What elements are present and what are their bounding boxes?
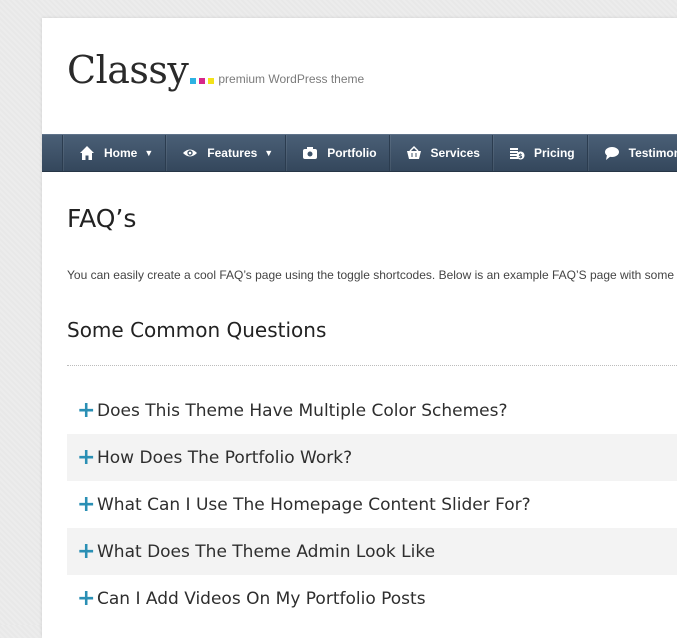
main-navigation: Home ▼ Features ▼ Portfolio Services $ P… <box>42 134 677 172</box>
nav-item-testimonials[interactable]: Testimon <box>586 135 677 171</box>
logo-dot-cyan <box>190 78 197 84</box>
home-icon <box>80 146 94 160</box>
logo-text: Classy <box>67 48 189 92</box>
plus-icon: + <box>77 585 96 611</box>
page-title: FAQ’s <box>67 204 137 233</box>
nav-item-home[interactable]: Home ▼ <box>62 135 165 171</box>
section-divider <box>67 365 677 366</box>
logo-dots <box>190 78 215 84</box>
faq-toggle[interactable]: + How Does The Portfolio Work? <box>67 434 677 481</box>
speech-bubble-icon <box>604 147 619 160</box>
basket-icon <box>406 145 421 159</box>
plus-icon: + <box>77 397 96 423</box>
site-logo[interactable]: Classy premium WordPress theme <box>67 48 364 92</box>
faq-toggle[interactable]: + What Can I Use The Homepage Content Sl… <box>67 481 677 528</box>
faq-question: What Does The Theme Admin Look Like <box>97 541 436 562</box>
nav-item-features[interactable]: Features ▼ <box>165 135 285 171</box>
nav-label-testimonials: Testimon <box>628 146 677 160</box>
nav-label-features: Features <box>207 146 258 160</box>
nav-label-pricing: Pricing <box>533 146 575 160</box>
faq-question: What Can I Use The Homepage Content Slid… <box>97 494 531 515</box>
faq-question: How Does The Portfolio Work? <box>97 447 353 468</box>
faq-toggle[interactable]: + Can I Add Videos On My Portfolio Posts <box>67 575 677 622</box>
nav-item-portfolio[interactable]: Portfolio <box>285 135 388 171</box>
logo-tagline: premium WordPress theme <box>218 72 365 86</box>
page-container: Classy premium WordPress theme Home ▼ Fe… <box>42 18 677 638</box>
faq-question: Can I Add Videos On My Portfolio Posts <box>97 588 426 609</box>
faq-question: Does This Theme Have Multiple Color Sche… <box>97 400 508 421</box>
plus-icon: + <box>77 538 96 564</box>
svg-text:$: $ <box>518 153 522 160</box>
faq-list: + Does This Theme Have Multiple Color Sc… <box>67 387 677 622</box>
plus-icon: + <box>77 491 96 517</box>
nav-label-home: Home <box>104 146 138 160</box>
nav-item-pricing[interactable]: $ Pricing <box>491 135 587 171</box>
nav-label-services: Services <box>430 146 480 160</box>
nav-label-portfolio: Portfolio <box>327 146 377 160</box>
page-intro: You can easily create a cool FAQ’s page … <box>67 268 675 282</box>
chevron-down-icon: ▼ <box>264 148 274 158</box>
eye-icon <box>183 149 198 157</box>
faq-toggle[interactable]: + Does This Theme Have Multiple Color Sc… <box>67 387 677 434</box>
coins-icon: $ <box>509 148 525 160</box>
section-heading: Some Common Questions <box>67 318 327 342</box>
logo-dot-magenta <box>199 78 206 84</box>
nav-item-services[interactable]: Services <box>388 135 492 171</box>
faq-toggle[interactable]: + What Does The Theme Admin Look Like <box>67 528 677 575</box>
plus-icon: + <box>77 444 96 470</box>
chevron-down-icon: ▼ <box>144 148 154 158</box>
camera-icon <box>303 147 318 159</box>
logo-dot-yellow <box>208 78 215 84</box>
